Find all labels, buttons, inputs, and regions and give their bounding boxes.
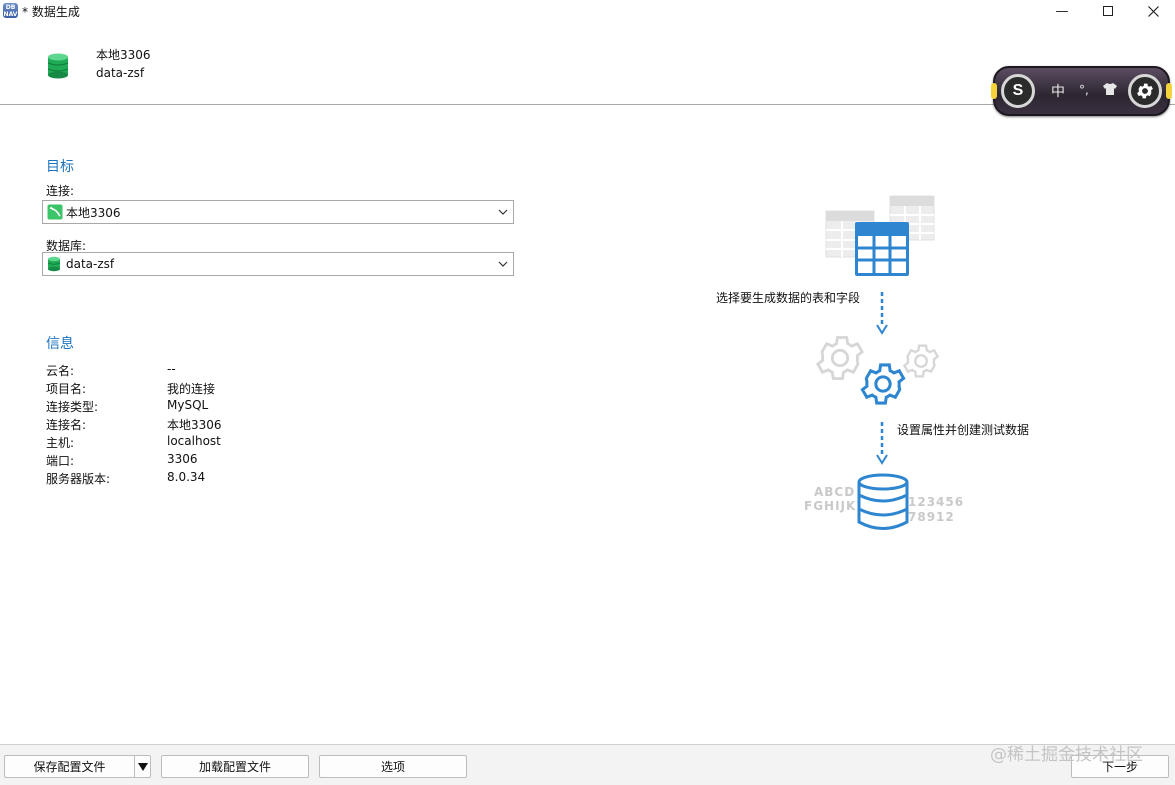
ime-right-handle: [1166, 83, 1172, 99]
caret-down-icon: [137, 762, 148, 771]
faded-digits: 78912: [908, 510, 955, 524]
chevron-down-icon: [498, 261, 508, 267]
info-value: --: [167, 362, 176, 376]
ime-punct-toggle[interactable]: °,: [1079, 83, 1089, 97]
database-icon: [47, 53, 69, 82]
step-select-tables-caption: 选择要生成数据的表和字段: [716, 291, 861, 305]
minimize-button[interactable]: —: [1039, 0, 1085, 22]
info-key: 主机:: [46, 436, 75, 450]
workflow-illustration: 选择要生成数据的表和字段 设置属性并创建测试数据 ABCD FGHIJKL 12…: [700, 190, 1060, 540]
gear-icon: [860, 363, 906, 405]
save-config-button[interactable]: 保存配置文件: [4, 755, 134, 778]
sogou-logo-icon[interactable]: S: [1001, 74, 1035, 108]
step-create-data-caption: 设置属性并创建测试数据: [897, 423, 1030, 437]
info-key: 服务器版本:: [46, 472, 111, 486]
mysql-connection-icon: [47, 204, 63, 220]
header-connection-name: 本地3306: [96, 48, 151, 62]
info-value: 我的连接: [167, 382, 216, 396]
info-key: 连接类型:: [46, 400, 99, 414]
table-icon: [855, 222, 909, 276]
faded-letters: FGHIJKL: [804, 499, 865, 513]
info-value: localhost: [167, 434, 221, 448]
chevron-down-icon: [498, 209, 508, 215]
header-database-name: data-zsf: [96, 66, 145, 80]
database-icon: [857, 473, 909, 530]
arrow-down-icon: [876, 422, 888, 465]
database-select[interactable]: data-zsf: [42, 252, 514, 276]
faded-letters: ABCD: [814, 485, 856, 499]
database-select-value: data-zsf: [66, 257, 115, 271]
app-icon: DB NAV: [3, 3, 18, 18]
faded-digits: 123456: [908, 495, 965, 509]
ime-lang-toggle[interactable]: 中: [1051, 81, 1065, 101]
ime-left-handle: [991, 83, 997, 99]
close-button[interactable]: [1130, 0, 1175, 22]
connection-select[interactable]: 本地3306: [42, 200, 514, 224]
title-bar: DB NAV * 数据生成 —: [0, 0, 1175, 22]
info-value: 3306: [167, 452, 198, 466]
arrow-down-icon: [876, 292, 888, 335]
minimize-icon: —: [1055, 3, 1069, 19]
ime-toolbar[interactable]: S 中 °,: [991, 66, 1172, 116]
info-value: MySQL: [167, 398, 209, 412]
info-value: 本地3306: [167, 418, 222, 432]
save-config-dropdown-button[interactable]: [134, 755, 151, 778]
ime-settings-gear-icon[interactable]: [1128, 74, 1162, 108]
info-key: 云名:: [46, 364, 75, 378]
window-title: * 数据生成: [22, 5, 80, 19]
info-key: 连接名:: [46, 418, 87, 432]
info-key: 端口:: [46, 454, 75, 468]
target-section-title: 目标: [46, 159, 74, 175]
close-icon: [1147, 5, 1159, 17]
maximize-button[interactable]: [1085, 0, 1131, 22]
load-config-button[interactable]: 加载配置文件: [161, 755, 309, 778]
options-button[interactable]: 选项: [319, 755, 467, 778]
info-value: 8.0.34: [167, 470, 206, 484]
connection-label: 连接:: [46, 184, 75, 198]
info-key: 项目名:: [46, 382, 87, 396]
database-icon: [47, 256, 61, 272]
watermark: @稀土掘金技术社区: [990, 745, 1143, 765]
connection-select-value: 本地3306: [66, 205, 121, 220]
maximize-icon: [1103, 6, 1113, 16]
ime-skin-icon[interactable]: [1102, 82, 1118, 100]
info-section-title: 信息: [46, 336, 74, 352]
